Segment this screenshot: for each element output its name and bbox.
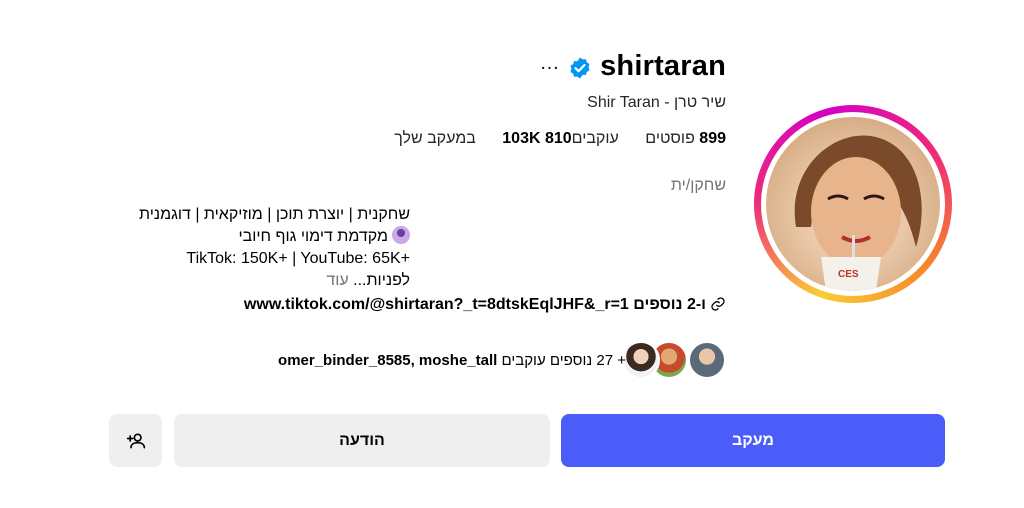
followed-by[interactable]: + 27 נוספים עוקבים omer_binder_8585, mos… — [278, 341, 726, 379]
followed-by-text: + 27 נוספים עוקבים omer_binder_8585, mos… — [278, 352, 626, 369]
bio-more-link[interactable]: עוד — [326, 272, 348, 289]
followers-count: 103K — [502, 130, 541, 147]
bio-line-2: מקדמת דימוי גוף חיובי — [139, 226, 410, 248]
link-extra: ו-2 נוספים — [633, 296, 706, 313]
avatar-image: CES — [766, 117, 940, 291]
avatar-illustration: CES — [794, 135, 922, 291]
followers-label: עוקבים — [571, 130, 619, 147]
woman-emoji-icon — [392, 226, 410, 244]
suggested-accounts-button[interactable] — [109, 414, 162, 467]
verified-badge-icon — [570, 57, 590, 79]
following-label: במעקב שלך — [394, 130, 476, 147]
message-button[interactable]: הודעה — [174, 414, 550, 467]
more-options-icon[interactable]: … — [538, 52, 560, 75]
external-link[interactable]: ו-2 נוספים www.tiktok.com/@shirtaran?_t=… — [244, 296, 726, 314]
follower-avatar — [688, 341, 726, 379]
bio-line-3: TikTok: 150K+ | YouTube: 65K+ — [186, 250, 410, 267]
follower-avatar — [622, 341, 660, 379]
followed-by-avatars — [622, 341, 726, 379]
following-count: 810 — [544, 130, 572, 147]
username: shirtaran — [600, 50, 726, 82]
bio-line-1: שחקנית | יוצרת תוכן | מוזיקאית | דוגמנית — [138, 206, 410, 223]
avatar-border: CES — [761, 112, 945, 296]
followed-by-suffix: + 27 נוספים עוקבים — [501, 351, 626, 369]
posts-label: פוסטים — [645, 130, 695, 147]
bio: שחקנית | יוצרת תוכן | מוזיקאית | דוגמנית… — [139, 204, 410, 292]
link-icon — [711, 297, 725, 311]
add-person-icon — [126, 433, 145, 448]
bio-line-4-text: לפניות... — [353, 272, 410, 289]
profile-stats: 899 פוסטים עוקבים‪103K‬ 810 במעקב שלך — [394, 130, 726, 148]
full-name: שיר טרן - Shir Taran — [587, 94, 726, 111]
bio-line-2-text: מקדמת דימוי גוף חיובי — [238, 228, 388, 245]
svg-text:CES: CES — [838, 269, 859, 280]
link-url: www.tiktok.com/@shirtaran?_t=8dtskEqlJHF… — [243, 296, 629, 313]
follow-button[interactable]: מעקב — [561, 414, 945, 467]
following-stat[interactable]: 810 במעקב שלך — [394, 130, 571, 147]
profile-avatar[interactable]: CES — [754, 105, 952, 303]
followed-by-names: omer_binder_8585, moshe_tall — [278, 351, 498, 369]
bio-line-4: לפניות... עוד — [139, 270, 410, 292]
posts-stat[interactable]: 899 פוסטים — [645, 130, 726, 147]
posts-count: 899 — [699, 130, 726, 147]
profile-category: שחקן/ית — [670, 177, 726, 194]
